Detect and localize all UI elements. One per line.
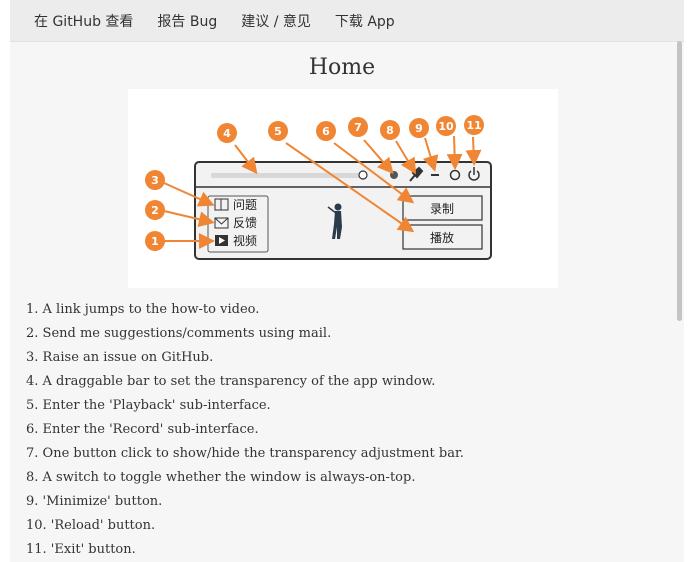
- record-label: 录制: [430, 202, 454, 216]
- transparency-toggle-icon[interactable]: [390, 171, 398, 179]
- svg-text:5: 5: [274, 125, 282, 138]
- svg-text:11: 11: [466, 119, 481, 132]
- svg-text:2: 2: [151, 204, 159, 217]
- list-item: 5. Enter the 'Playback' sub-interface.: [26, 398, 271, 413]
- nav-github-link[interactable]: 在 GitHub 查看: [34, 11, 133, 31]
- list-item: 9. 'Minimize' button.: [26, 494, 163, 509]
- video-label: 视频: [233, 233, 257, 248]
- list-item: 7. One button click to show/hide the tra…: [26, 446, 464, 461]
- callout-11: 11: [464, 115, 484, 135]
- transparency-slider[interactable]: [211, 173, 361, 178]
- issue-menu-item[interactable]: 问题: [214, 198, 257, 212]
- svg-text:3: 3: [151, 174, 159, 187]
- svg-text:1: 1: [151, 235, 159, 248]
- svg-text:6: 6: [322, 125, 330, 138]
- video-menu-item[interactable]: 视频: [215, 233, 257, 248]
- nav-download-link[interactable]: 下载 App: [335, 11, 395, 31]
- callout-7: 7: [348, 117, 368, 137]
- feature-description-list: 1. A link jumps to the how-to video. 2. …: [26, 298, 464, 562]
- slider-handle[interactable]: [358, 170, 368, 180]
- svg-text:10: 10: [438, 120, 454, 133]
- top-nav: 在 GitHub 查看 报告 Bug 建议 / 意见 下载 App: [10, 0, 684, 42]
- list-item: 4. A draggable bar to set the transparen…: [26, 374, 436, 389]
- list-item: 11. 'Exit' button.: [26, 542, 136, 557]
- nav-suggestion-link[interactable]: 建议 / 意见: [241, 11, 311, 31]
- callout-6: 6: [316, 121, 336, 141]
- nav-report-bug-link[interactable]: 报告 Bug: [157, 11, 217, 31]
- list-item: 8. A switch to toggle whether the window…: [26, 470, 416, 485]
- callout-2: 2: [145, 200, 165, 220]
- svg-text:8: 8: [386, 124, 394, 137]
- issue-label: 问题: [233, 198, 257, 212]
- list-item: 3. Raise an issue on GitHub.: [26, 350, 214, 365]
- svg-text:4: 4: [223, 127, 231, 140]
- page-title: Home: [308, 55, 376, 80]
- svg-text:9: 9: [415, 122, 423, 135]
- list-item: 1. A link jumps to the how-to video.: [26, 302, 260, 317]
- play-label: 播放: [430, 230, 454, 245]
- callout-5: 5: [268, 121, 288, 141]
- callout-8: 8: [380, 120, 400, 140]
- callout-9: 9: [409, 118, 429, 138]
- list-item: 10. 'Reload' button.: [26, 518, 156, 533]
- page-frame: 在 GitHub 查看 报告 Bug 建议 / 意见 下载 App Home 问…: [10, 0, 684, 562]
- svg-text:7: 7: [354, 121, 362, 134]
- callout-3: 3: [145, 170, 165, 190]
- callout-1: 1: [145, 231, 165, 251]
- list-item: 6. Enter the 'Record' sub-interface.: [26, 422, 259, 437]
- feedback-label: 反馈: [233, 216, 257, 230]
- scrollbar[interactable]: [677, 41, 682, 321]
- callout-10: 10: [436, 116, 456, 136]
- app-diagram: 问题 反馈 视频 录制 播放 4 5 6 7 8 9 10 11 3 2 1: [128, 89, 558, 288]
- list-item: 2. Send me suggestions/comments using ma…: [26, 326, 332, 341]
- callout-4: 4: [217, 123, 237, 143]
